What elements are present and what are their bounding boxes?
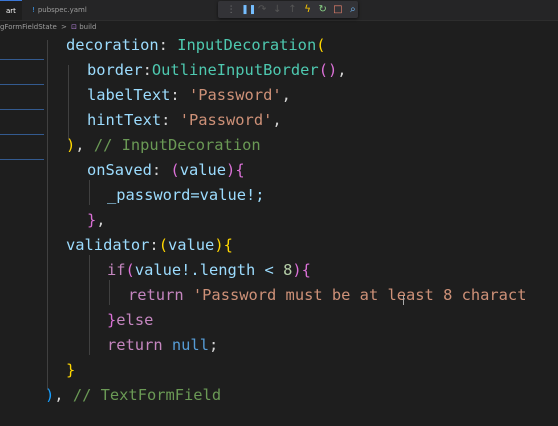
breadcrumb-separator: >: [61, 23, 67, 31]
tab-label: pubspec.yaml: [37, 6, 87, 14]
gutter-marker: [0, 59, 44, 60]
pause-icon[interactable]: ❚❚: [241, 5, 256, 15]
drag-handle-icon[interactable]: ⋮: [226, 5, 236, 15]
indent-guide: [109, 280, 110, 305]
code-line: validator:(value){: [66, 236, 233, 254]
code-line: decoration: InputDecoration(: [66, 36, 326, 54]
code-line: labelText: 'Password',: [87, 86, 291, 104]
step-out-icon[interactable]: ↑: [287, 4, 297, 15]
code-line: border:OutlineInputBorder(),: [87, 61, 347, 79]
hot-reload-icon[interactable]: ϟ: [303, 4, 313, 15]
debug-toolbar: ⋮ ❚❚ ↷ ↓ ↑ ϟ ↻ □ ⌕: [218, 1, 358, 18]
tab-dart-file[interactable]: art: [0, 0, 22, 20]
breadcrumb-item[interactable]: gFormFieldState: [0, 23, 57, 31]
stop-icon[interactable]: □: [333, 4, 343, 15]
code-line: return null;: [107, 336, 219, 354]
breadcrumb: gFormFieldState > ⊡ build: [0, 21, 558, 33]
indent-guide: [89, 180, 90, 205]
gutter-marker: [0, 134, 44, 135]
tab-label: art: [6, 7, 16, 15]
indent-guide: [89, 255, 90, 355]
code-line: },: [87, 211, 106, 229]
method-icon: ⊡: [71, 23, 77, 31]
code-line: onSaved: (value){: [87, 161, 245, 179]
tab-pubspec-yaml[interactable]: ! pubspec.yaml: [26, 0, 93, 20]
gutter-marker: [0, 109, 44, 110]
mouse-ibeam-cursor: [403, 296, 404, 305]
devtools-icon[interactable]: ⌕: [348, 4, 358, 15]
breadcrumb-item[interactable]: build: [79, 23, 96, 31]
indent-guide: [47, 40, 48, 390]
code-line: ), // InputDecoration: [66, 136, 261, 154]
gutter-marker: [0, 84, 44, 85]
code-line: ), // TextFormField: [45, 386, 222, 404]
code-line: if(value!.length < 8){: [107, 261, 311, 279]
step-into-icon[interactable]: ↓: [272, 4, 282, 15]
code-line: }else: [107, 311, 154, 329]
yaml-file-icon: !: [32, 6, 35, 14]
code-line: hintText: 'Password',: [87, 111, 282, 129]
restart-icon[interactable]: ↻: [318, 4, 328, 15]
indent-guide: [68, 65, 69, 140]
gutter-marker: [0, 159, 44, 160]
step-over-icon[interactable]: ↷: [257, 4, 267, 15]
code-line: return 'Password must be at least 8 char…: [128, 286, 527, 304]
code-line: _password=value!;: [107, 186, 265, 204]
code-line: }: [66, 361, 76, 379]
